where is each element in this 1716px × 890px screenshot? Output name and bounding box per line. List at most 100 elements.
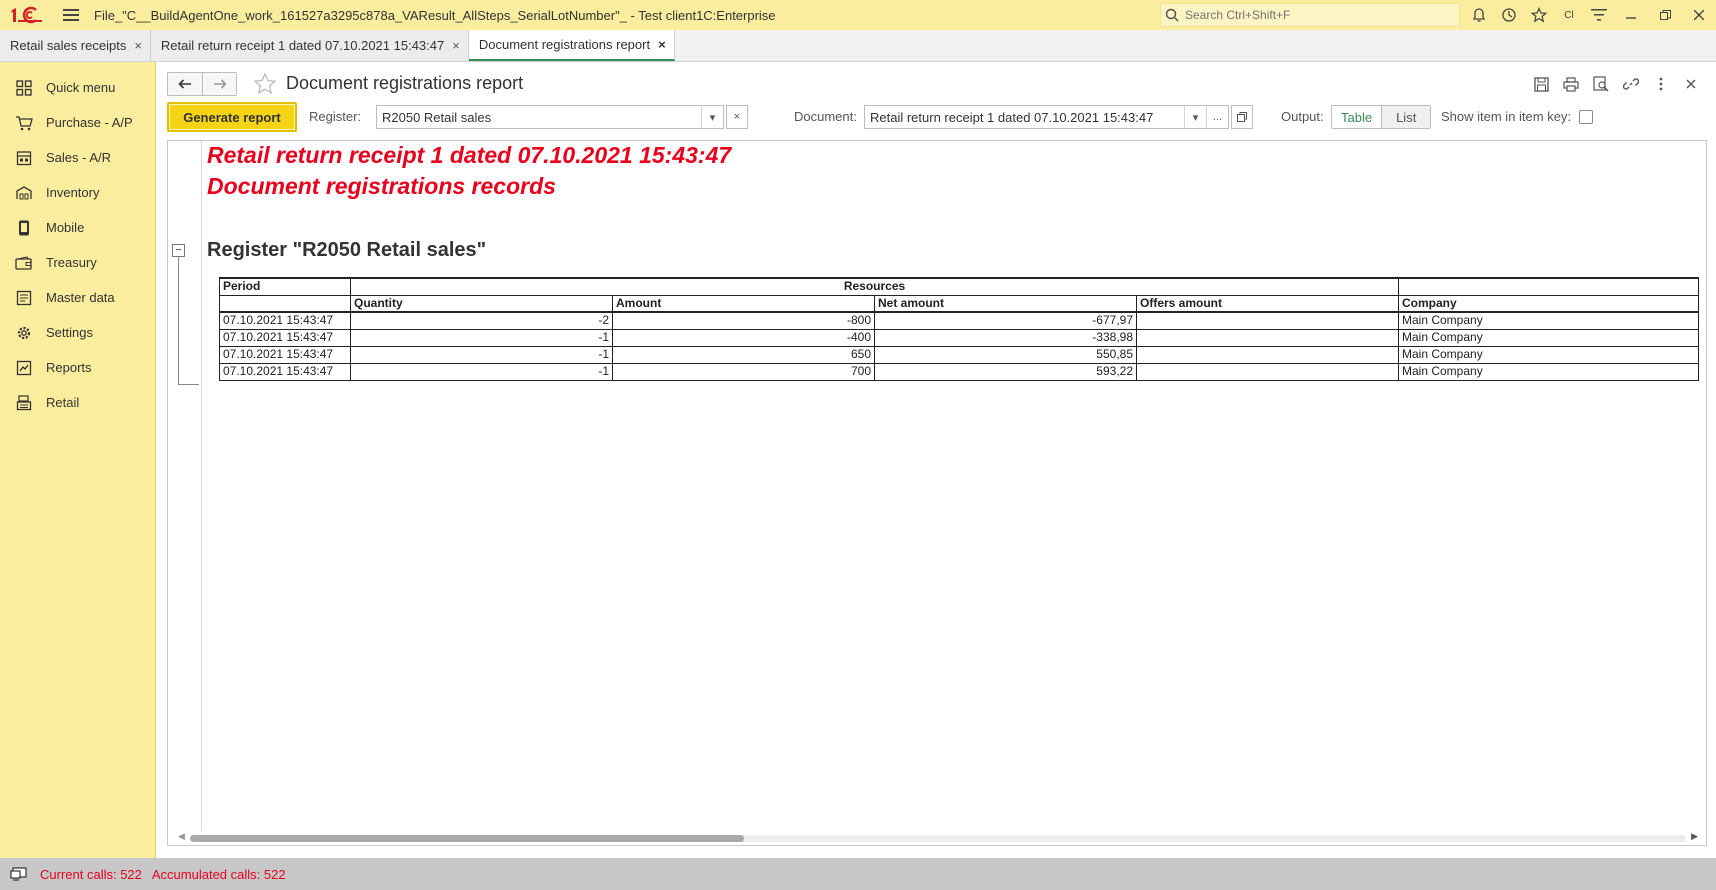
show-item-label: Show item in item key: <box>1441 109 1572 124</box>
back-arrow-icon[interactable] <box>168 73 202 95</box>
cell-offers-amount[interactable] <box>1136 328 1399 347</box>
cell-net-amount[interactable]: -677,97 <box>874 311 1137 330</box>
cell-amount[interactable]: -800 <box>612 311 875 330</box>
table-header-row: Quantity Amount Net amount Offers amount… <box>219 294 1699 313</box>
minimize-icon[interactable] <box>1614 0 1648 30</box>
cell-company[interactable]: Main Company <box>1398 362 1699 381</box>
sidebar-item-label: Retail <box>46 395 80 410</box>
more-actions-icon[interactable] <box>1646 70 1676 98</box>
tab-retail-sales-receipts[interactable]: Retail sales receipts × <box>0 30 151 61</box>
preview-icon[interactable] <box>1586 70 1616 98</box>
sidebar-item-label: Treasury <box>46 255 97 270</box>
output-list-option[interactable]: List <box>1382 106 1431 128</box>
header-offers-amount: Offers amount <box>1136 294 1399 313</box>
cell-net-amount[interactable]: -338,98 <box>874 328 1137 347</box>
database-icon <box>14 288 34 308</box>
clear-register-icon[interactable]: × <box>726 105 748 129</box>
table-row[interactable]: 07.10.2021 15:43:47 -2 -800 -677,97 Main… <box>219 311 1699 330</box>
navigation-buttons <box>167 72 237 96</box>
cell-amount[interactable]: 650 <box>612 345 875 364</box>
cell-period[interactable]: 07.10.2021 15:43:47 <box>219 328 351 347</box>
monitor-icon[interactable] <box>8 865 30 883</box>
cell-net-amount[interactable]: 593,22 <box>874 362 1137 381</box>
table-row[interactable]: 07.10.2021 15:43:47 -1 650 550,85 Main C… <box>219 345 1699 364</box>
document-field[interactable]: Retail return receipt 1 dated 07.10.2021… <box>864 105 1229 129</box>
settings-menu-icon[interactable] <box>1584 0 1614 30</box>
cell-company[interactable]: Main Company <box>1398 311 1699 330</box>
cell-offers-amount[interactable] <box>1136 311 1399 330</box>
cell-company[interactable]: Main Company <box>1398 328 1699 347</box>
sidebar-item-settings[interactable]: Settings <box>0 315 155 350</box>
cell-offers-amount[interactable] <box>1136 345 1399 364</box>
document-value: Retail return receipt 1 dated 07.10.2021… <box>870 109 1154 125</box>
print-icon[interactable] <box>1556 70 1586 98</box>
cell-amount[interactable]: 700 <box>612 362 875 381</box>
scroll-right-icon[interactable]: ▶ <box>1691 831 1698 842</box>
cell-quantity[interactable]: -2 <box>350 311 613 330</box>
tab-document-registrations-report[interactable]: Document registrations report × <box>468 30 675 61</box>
cell-company[interactable]: Main Company <box>1398 345 1699 364</box>
1c-logo[interactable] <box>4 0 48 30</box>
report-spreadsheet[interactable]: − Retail return receipt 1 dated 07.10.20… <box>167 140 1707 846</box>
open-tabs-bar: Retail sales receipts × Retail return re… <box>0 30 1716 62</box>
cell-period[interactable]: 07.10.2021 15:43:47 <box>219 311 351 330</box>
register-title: Register "R2050 Retail sales" <box>207 239 487 261</box>
user-abbrev[interactable]: Cl <box>1554 0 1584 30</box>
restore-icon[interactable] <box>1648 0 1682 30</box>
favorites-star-icon[interactable] <box>1524 0 1554 30</box>
global-search[interactable] <box>1160 3 1460 27</box>
forward-arrow-icon[interactable] <box>202 73 236 95</box>
link-icon[interactable] <box>1616 70 1646 98</box>
close-tab-icon[interactable]: × <box>658 37 666 52</box>
add-to-favorites-star-icon[interactable] <box>251 70 279 98</box>
sidebar-item-reports[interactable]: Reports <box>0 350 155 385</box>
close-tab-icon[interactable]: × <box>452 38 460 53</box>
register-field[interactable]: R2050 Retail sales ▾ <box>376 105 724 129</box>
close-window-icon[interactable] <box>1682 0 1716 30</box>
tab-retail-return-receipt[interactable]: Retail return receipt 1 dated 07.10.2021… <box>150 30 469 61</box>
cell-period[interactable]: 07.10.2021 15:43:47 <box>219 345 351 364</box>
cell-quantity[interactable]: -1 <box>350 362 613 381</box>
sidebar-item-label: Master data <box>46 290 115 305</box>
register-label: Register: <box>309 109 362 124</box>
cell-period[interactable]: 07.10.2021 15:43:47 <box>219 362 351 381</box>
search-input[interactable] <box>1183 7 1453 23</box>
sidebar-item-master-data[interactable]: Master data <box>0 280 155 315</box>
close-tab-icon[interactable]: × <box>134 38 142 53</box>
sidebar-item-purchase[interactable]: Purchase - A/P <box>0 105 155 140</box>
sidebar-item-sales[interactable]: Sales - A/R <box>0 140 155 175</box>
generate-report-button[interactable]: Generate report <box>167 102 297 132</box>
main-menu-button[interactable] <box>56 0 86 30</box>
cell-amount[interactable]: -400 <box>612 328 875 347</box>
hamburger-icon <box>63 9 79 21</box>
horizontal-scrollbar[interactable]: ◀ ▶ <box>178 829 1698 845</box>
sidebar-item-inventory[interactable]: Inventory <box>0 175 155 210</box>
cell-quantity[interactable]: -1 <box>350 328 613 347</box>
search-icon <box>1161 8 1183 22</box>
sidebar-item-quick-menu[interactable]: Quick menu <box>0 70 155 105</box>
save-icon[interactable] <box>1526 70 1556 98</box>
cell-quantity[interactable]: -1 <box>350 345 613 364</box>
table-row[interactable]: 07.10.2021 15:43:47 -1 -400 -338,98 Main… <box>219 328 1699 347</box>
dropdown-icon[interactable]: ▾ <box>701 106 723 128</box>
scroll-thumb[interactable] <box>190 835 744 842</box>
cell-net-amount[interactable]: 550,85 <box>874 345 1137 364</box>
sidebar-item-mobile[interactable]: Mobile <box>0 210 155 245</box>
dropdown-icon[interactable]: ▾ <box>1184 106 1206 128</box>
sidebar-item-treasury[interactable]: Treasury <box>0 245 155 280</box>
table-row[interactable]: 07.10.2021 15:43:47 -1 700 593,22 Main C… <box>219 362 1699 381</box>
select-document-button[interactable]: ... <box>1206 106 1228 128</box>
cell-offers-amount[interactable] <box>1136 362 1399 381</box>
1c-logo-icon <box>11 6 42 24</box>
collapse-group-icon[interactable]: − <box>172 244 185 257</box>
show-item-checkbox[interactable] <box>1579 110 1593 124</box>
notifications-bell-icon[interactable] <box>1464 0 1494 30</box>
output-table-option[interactable]: Table <box>1332 106 1383 128</box>
sidebar-item-retail[interactable]: Retail <box>0 385 155 420</box>
registrations-table: Period Resources Quantity Amount Net amo… <box>219 277 1699 381</box>
history-icon[interactable] <box>1494 0 1524 30</box>
scroll-left-icon[interactable]: ◀ <box>178 831 185 842</box>
close-form-icon[interactable] <box>1676 70 1706 98</box>
chart-icon <box>14 358 34 378</box>
open-document-icon[interactable] <box>1231 105 1253 129</box>
